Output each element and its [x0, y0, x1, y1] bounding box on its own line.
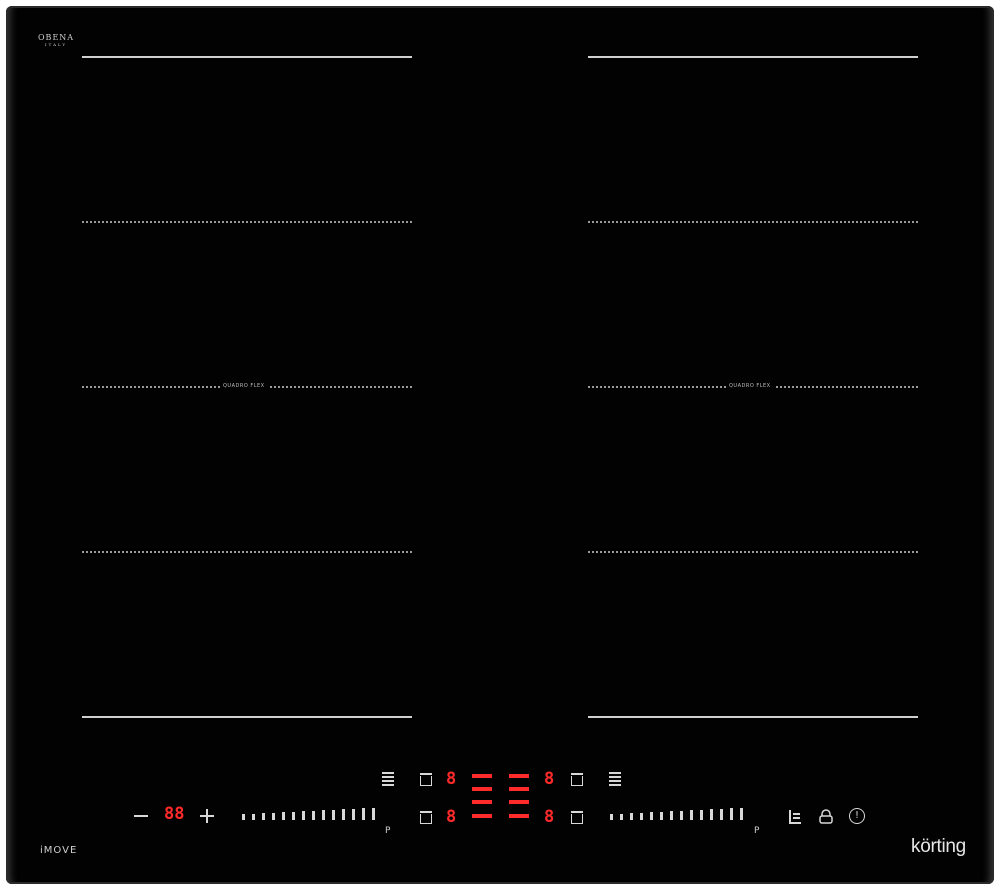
left-bottom-zone-select-icon[interactable]: [420, 811, 432, 824]
power-icon[interactable]: !: [849, 808, 865, 824]
korting-logo: körting: [911, 836, 966, 857]
right-boost-label[interactable]: P: [754, 826, 759, 836]
left-zone-top-line: [82, 56, 412, 58]
move-indicator-bar: [509, 800, 529, 804]
lock-icon[interactable]: [818, 809, 834, 828]
move-indicator-bar: [472, 774, 492, 778]
right-top-zone-select-icon[interactable]: [571, 773, 583, 786]
move-indicator-bar: [509, 774, 529, 778]
right-zone-top-line: [588, 56, 918, 58]
right-bottom-zone-select-icon[interactable]: [571, 811, 583, 824]
right-power-slider[interactable]: [610, 808, 760, 820]
left-zone-label: QUADRO FLEX: [220, 383, 268, 389]
move-indicator-bar: [509, 814, 529, 818]
left-zone-divider-3: [82, 551, 412, 553]
imove-logo: iMOVE: [40, 845, 78, 856]
cooktop-glass: OBENA ITALY QUADRO FLEX QUADRO FLEX 88 P…: [6, 6, 994, 884]
left-power-slider[interactable]: [242, 808, 392, 820]
right-zone-divider-1: [588, 221, 918, 223]
left-top-zone-select-icon[interactable]: [420, 773, 432, 786]
right-bottom-zone-display: 8: [544, 807, 555, 827]
top-brand-logo: OBENA ITALY: [38, 33, 75, 48]
move-indicator-bar: [472, 787, 492, 791]
timer-minus-icon[interactable]: [134, 815, 148, 817]
right-zone-divider-3: [588, 551, 918, 553]
timer-plus-icon[interactable]: [200, 809, 214, 823]
right-top-zone-display: 8: [544, 769, 555, 789]
move-indicator-bar: [472, 814, 492, 818]
right-zone-label: QUADRO FLEX: [726, 383, 774, 389]
right-zone-bottom-line: [588, 716, 918, 718]
left-bottom-zone-display: 8: [446, 807, 457, 827]
left-flex-mode-icon[interactable]: [382, 772, 394, 788]
left-boost-label[interactable]: P: [385, 826, 390, 836]
left-zone-bottom-line: [82, 716, 412, 718]
left-top-zone-display: 8: [446, 769, 457, 789]
right-flex-mode-icon[interactable]: [609, 772, 621, 788]
move-indicator-bar: [472, 800, 492, 804]
pause-icon[interactable]: [788, 809, 802, 828]
timer-display: 88: [164, 804, 185, 824]
left-zone-divider-1: [82, 221, 412, 223]
move-indicator-bar: [509, 787, 529, 791]
